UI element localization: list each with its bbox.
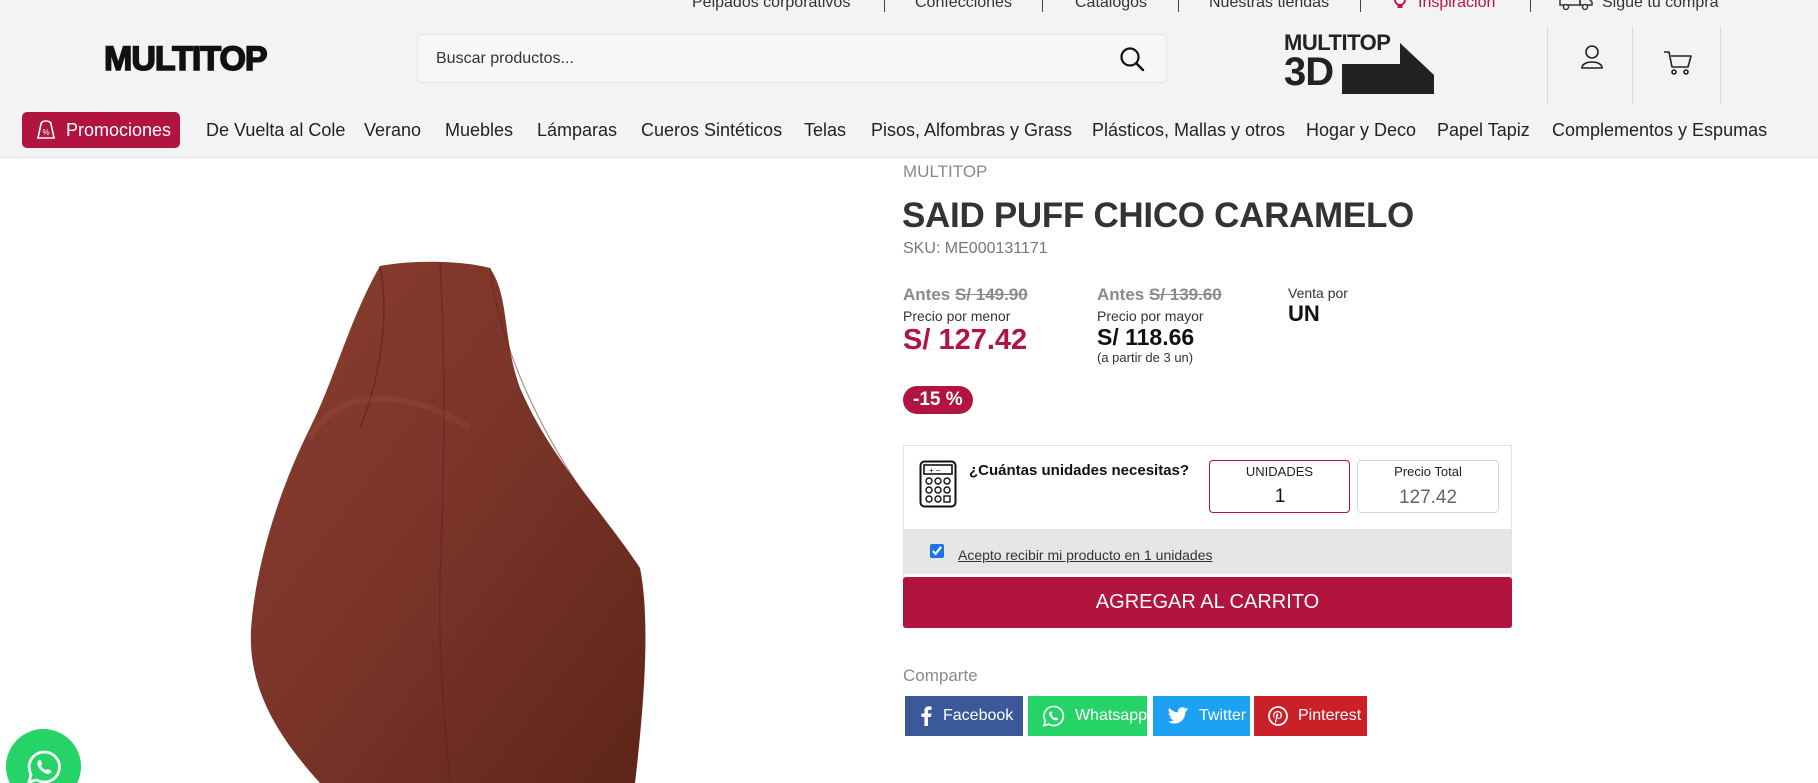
pinterest-icon <box>1268 706 1288 726</box>
sale-unit-block: Venta por UN <box>1288 285 1348 327</box>
total-price-value: 127.42 <box>1398 487 1458 508</box>
old-price-value: S/ 149.90 <box>954 285 1028 304</box>
promo-bag-icon: % <box>37 120 55 139</box>
search-icon[interactable] <box>1118 45 1146 73</box>
cart-button[interactable] <box>1633 26 1721 104</box>
share-facebook-label: Facebook <box>943 707 1014 724</box>
search-input[interactable] <box>436 35 1086 82</box>
share-whatsapp-label: Whatsapp <box>1074 707 1147 724</box>
whatsapp-chat-button[interactable] <box>6 729 81 783</box>
divider <box>1530 0 1531 12</box>
nav-item-cueros[interactable]: Cueros Sintéticos <box>641 120 782 141</box>
twitter-icon <box>1168 707 1189 724</box>
top-link-confecciones[interactable]: Confecciones <box>915 0 1012 12</box>
divider <box>1360 0 1361 12</box>
total-price-label: Precio Total <box>1394 464 1462 479</box>
multitop-3d-logo[interactable]: MULTITOP 3D <box>1284 30 1444 94</box>
top-links-bar: Pelpados corporativos Confecciones Catál… <box>0 0 1818 12</box>
site-logo[interactable]: MULTITOP <box>103 39 268 79</box>
category-nav: % Promociones De Vuelta al Cole Verano M… <box>0 111 1818 149</box>
lightbulb-icon <box>1392 0 1408 15</box>
wholesale-note: (a partir de 3 un) <box>1097 350 1194 365</box>
retail-price-block: Antes S/ 149.90 Precio por menor S/ 127.… <box>903 285 1028 356</box>
old-price-value: S/ 139.60 <box>1148 285 1222 304</box>
nav-item-papel-tapiz[interactable]: Papel Tapiz <box>1437 120 1530 141</box>
truck-icon <box>1558 0 1594 15</box>
logo3d-shape-icon <box>1342 43 1434 94</box>
quantity-panel: + − ¿Cuántas unidades necesitas? UNIDADE… <box>903 445 1512 628</box>
cart-icon <box>1664 51 1692 75</box>
sale-unit-value: UN <box>1288 301 1320 326</box>
user-icon <box>1581 45 1603 69</box>
top-link-catalogos[interactable]: Catálogos <box>1075 0 1147 12</box>
nav-item-lamparas[interactable]: Lámparas <box>537 120 617 141</box>
accept-row: Acepto recibir mi producto en 1 unidades <box>904 529 1511 574</box>
nav-item-complementos[interactable]: Complementos y Espumas <box>1552 120 1767 141</box>
nav-item-muebles[interactable]: Muebles <box>445 120 513 141</box>
accept-text[interactable]: Acepto recibir mi producto en 1 unidades <box>958 547 1212 563</box>
retail-price: S/ 127.42 <box>903 324 1028 356</box>
nav-item-plasticos[interactable]: Plásticos, Mallas y otros <box>1092 120 1285 141</box>
nav-item-pisos[interactable]: Pisos, Alfombras y Grass <box>871 120 1072 141</box>
svg-text:%: % <box>42 128 49 137</box>
whatsapp-icon <box>27 750 61 783</box>
sale-unit-label: Venta por <box>1288 285 1348 301</box>
share-twitter-label: Twitter <box>1199 707 1247 724</box>
promotions-button[interactable]: % Promociones <box>22 112 180 148</box>
logo3d-bottom-text: 3D <box>1284 50 1334 94</box>
divider <box>1178 0 1179 12</box>
share-pinterest-label: Pinterest <box>1298 707 1362 724</box>
discount-badge: -15 % <box>903 386 973 414</box>
product-brand[interactable]: MULTITOP <box>903 162 987 182</box>
wholesale-price-block: Antes S/ 139.60 Precio por mayor S/ 118.… <box>1097 285 1222 365</box>
wholesale-price: S/ 118.66 <box>1097 324 1195 350</box>
share-pinterest-button[interactable]: Pinterest <box>1254 696 1367 736</box>
top-link-corporativos[interactable]: Pelpados corporativos <box>692 0 850 12</box>
account-button[interactable] <box>1547 26 1633 104</box>
facebook-icon <box>921 706 932 726</box>
search-bar <box>417 34 1167 83</box>
retail-old-price: Antes S/ 149.90 <box>903 285 1028 305</box>
units-label: UNIDADES <box>1210 464 1349 479</box>
whatsapp-icon <box>1042 705 1065 727</box>
units-field[interactable]: UNIDADES <box>1209 460 1350 513</box>
nav-item-vuelta-cole[interactable]: De Vuelta al Cole <box>206 120 345 141</box>
wholesale-price-label: Precio por mayor <box>1097 308 1204 324</box>
promotions-label: Promociones <box>66 119 172 140</box>
add-to-cart-button[interactable]: AGREGAR AL CARRITO <box>903 577 1512 628</box>
total-price-field: Precio Total 127.42 <box>1357 460 1499 513</box>
share-facebook-button[interactable]: Facebook <box>905 696 1023 736</box>
units-input[interactable] <box>1220 485 1340 509</box>
site-header: Pelpados corporativos Confecciones Catál… <box>0 0 1818 158</box>
quantity-question: ¿Cuántas unidades necesitas? <box>969 462 1190 479</box>
product-sku: SKU: ME000131171 <box>903 240 1048 257</box>
divider <box>884 0 885 12</box>
nav-item-verano[interactable]: Verano <box>364 120 421 141</box>
wholesale-old-price: Antes S/ 139.60 <box>1097 285 1222 305</box>
accept-checkbox[interactable] <box>930 544 944 558</box>
top-link-tiendas[interactable]: Nuestras tiendas <box>1209 0 1329 12</box>
calculator-icon: + − <box>919 460 957 508</box>
share-whatsapp-button[interactable]: Whatsapp <box>1028 696 1147 736</box>
divider <box>1042 0 1043 12</box>
nav-item-telas[interactable]: Telas <box>804 120 846 141</box>
svg-text:+ −: + − <box>929 466 941 475</box>
share-label: Comparte <box>903 666 978 685</box>
product-title: SAID PUFF CHICO CARAMELO <box>902 196 1414 235</box>
top-link-inspiracion[interactable]: Inspiración <box>1418 0 1495 12</box>
retail-price-label: Precio por menor <box>903 308 1011 324</box>
product-image[interactable] <box>240 258 670 783</box>
nav-item-hogar[interactable]: Hogar y Deco <box>1306 120 1416 141</box>
antes-label: Antes <box>1097 285 1145 304</box>
units-label-text: UNIDADES <box>1241 464 1318 479</box>
top-link-sigue-compra[interactable]: Sigue tu compra <box>1602 0 1719 12</box>
share-twitter-button[interactable]: Twitter <box>1153 696 1250 736</box>
antes-label: Antes <box>903 285 951 304</box>
